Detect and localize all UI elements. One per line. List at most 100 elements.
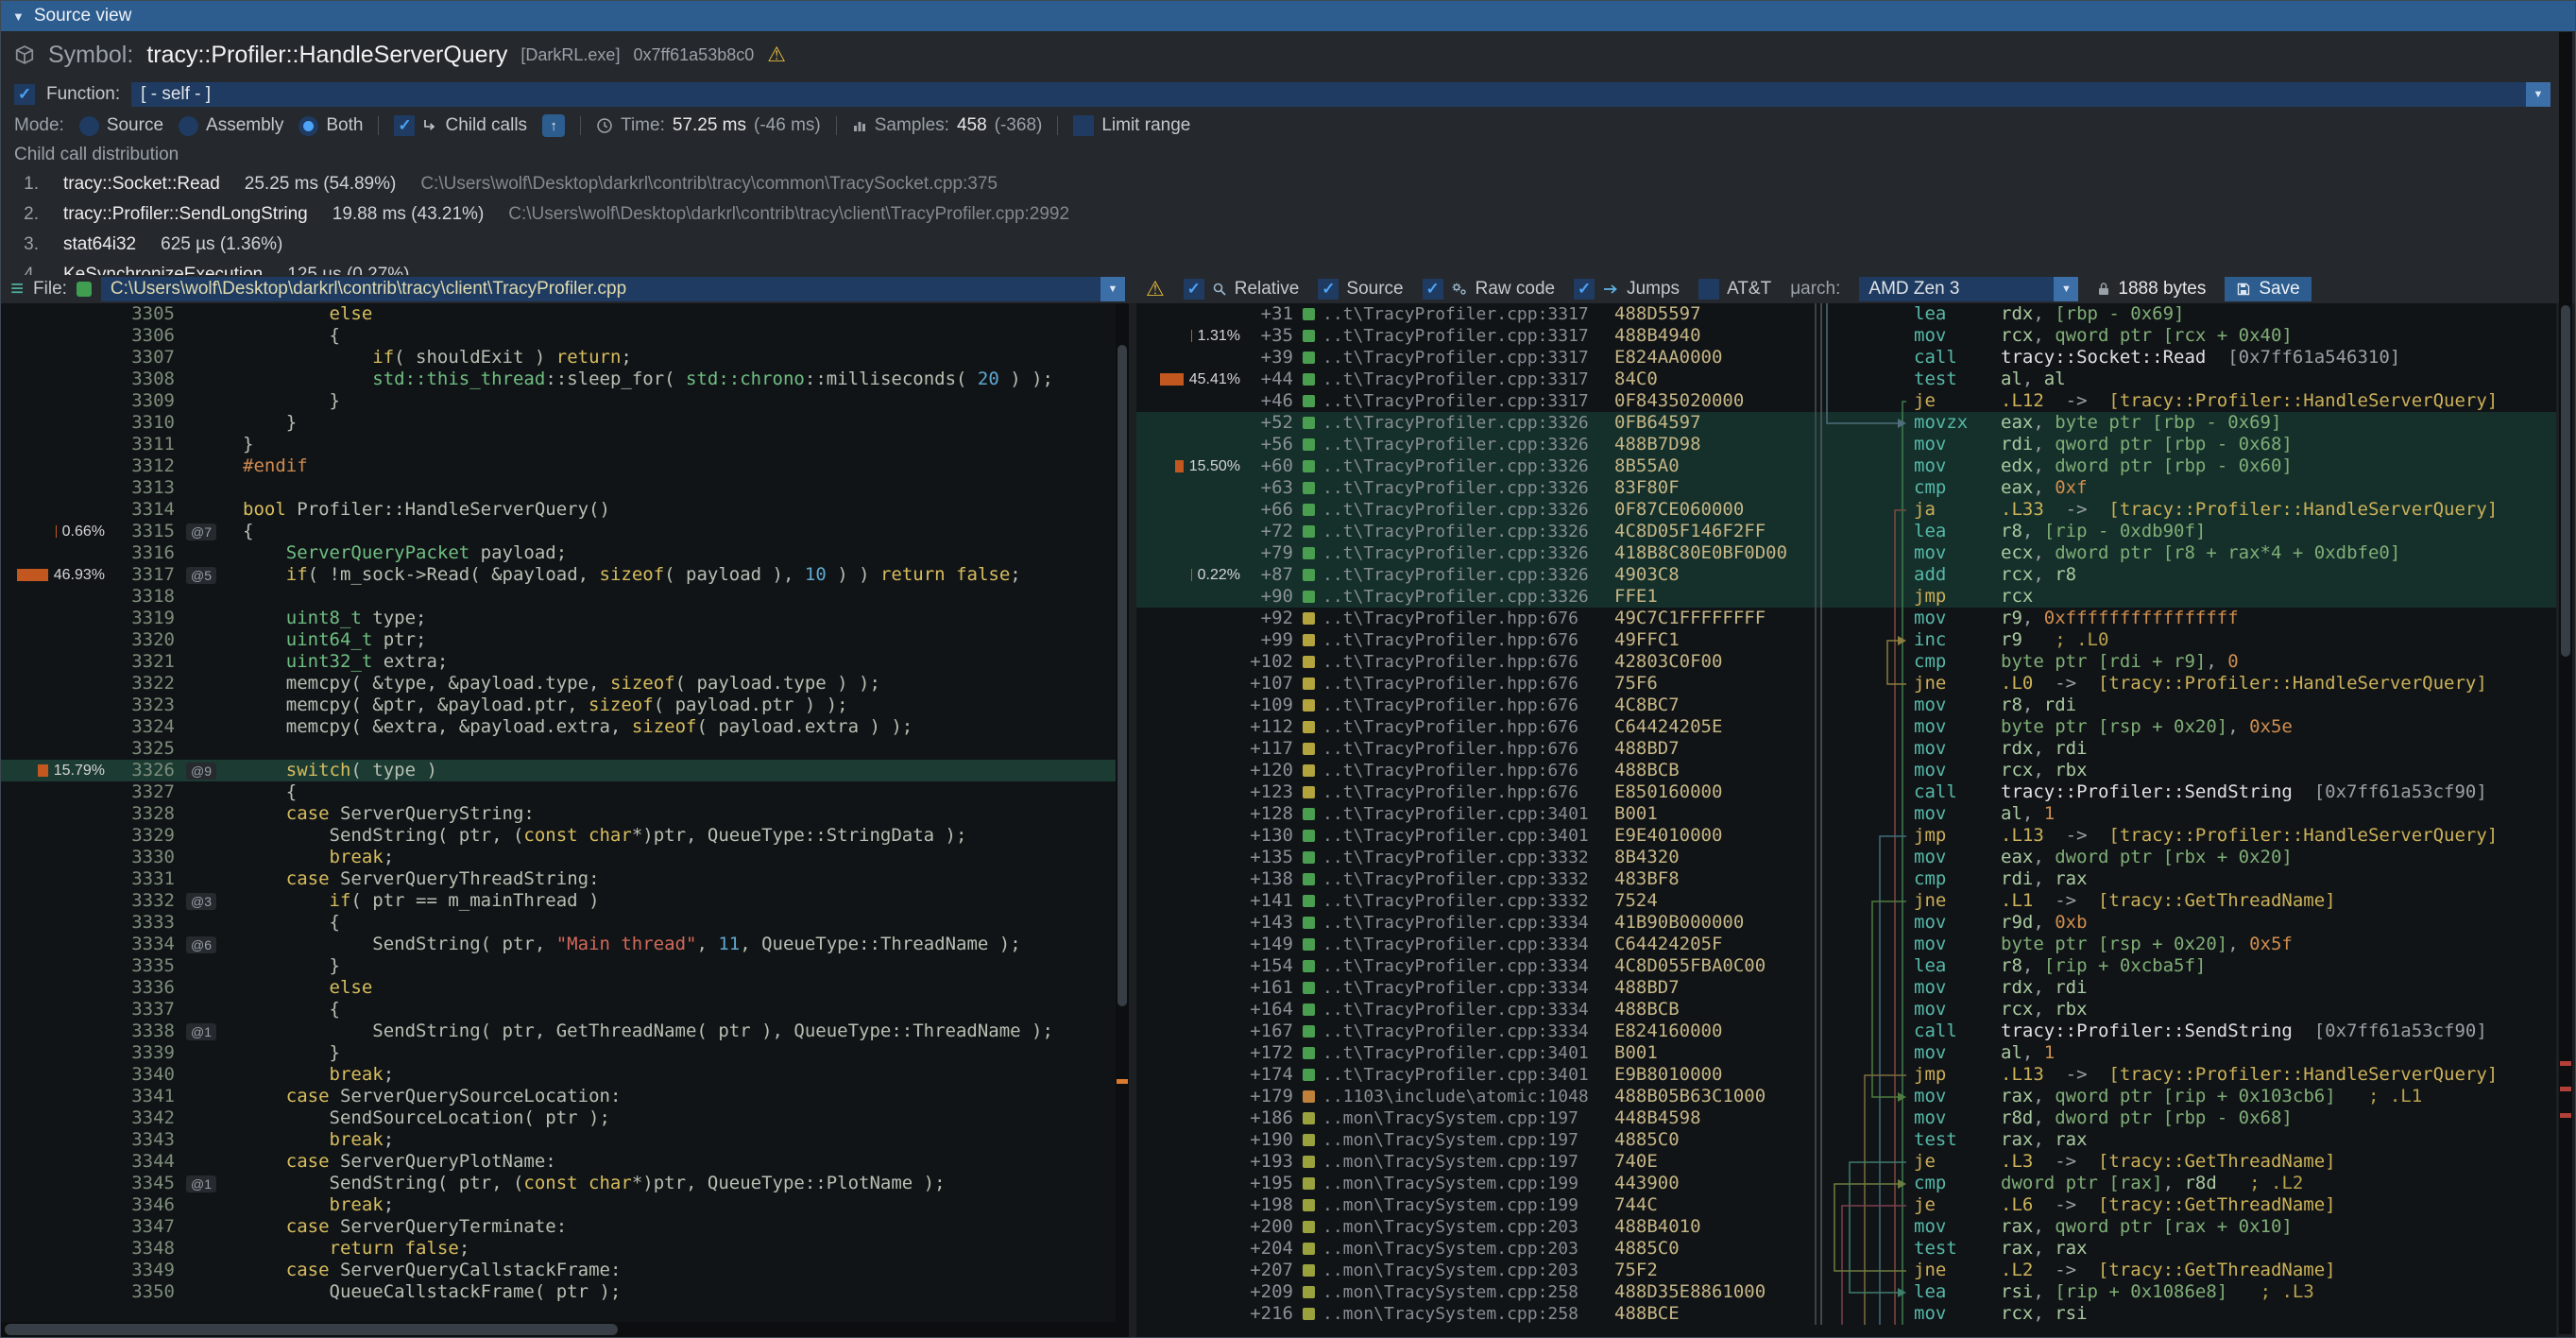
asm-row[interactable]: +186..mon\TracySystem.cpp:197448B4598mov… xyxy=(1136,1107,2556,1129)
asm-row[interactable]: +72..t\TracyProfiler.cpp:33264C8D05F146F… xyxy=(1136,521,2556,542)
source-line[interactable]: 3312#endif xyxy=(1,455,1116,477)
asm-row[interactable]: +102..t\TracyProfiler.hpp:67642803C0F00c… xyxy=(1136,651,2556,673)
asm-row[interactable]: +161..t\TracyProfiler.cpp:3334488BD7movr… xyxy=(1136,977,2556,999)
asm-row[interactable]: +195..mon\TracySystem.cpp:199443900cmpdw… xyxy=(1136,1173,2556,1194)
source-line[interactable]: 3344 case ServerQueryPlotName: xyxy=(1,1151,1116,1173)
source-line[interactable]: 3323 memcpy( &ptr, &payload.ptr, sizeof(… xyxy=(1,695,1116,716)
source-line[interactable]: 3342 SendSourceLocation( ptr ); xyxy=(1,1107,1116,1129)
file-combo[interactable]: C:\Users\wolf\Desktop\darkrl\contrib\tra… xyxy=(101,277,1125,301)
asm-row[interactable]: +90..t\TracyProfiler.cpp:3326FFE1jmprcx xyxy=(1136,586,2556,608)
source-horizontal-scrollbar[interactable] xyxy=(1,1322,1116,1337)
asm-row[interactable]: 1.31%+35..t\TracyProfiler.cpp:3317488B49… xyxy=(1136,325,2556,347)
source-line[interactable]: 3314bool Profiler::HandleServerQuery() xyxy=(1,499,1116,521)
source-line[interactable]: 3328 case ServerQueryString: xyxy=(1,803,1116,825)
asm-row[interactable]: 15.50%+60..t\TracyProfiler.cpp:33268B55A… xyxy=(1136,455,2556,477)
child-call-row[interactable]: 1.tracy::Socket::Read25.25 ms (54.89%)C:… xyxy=(14,169,2562,199)
source-line[interactable]: 3339 } xyxy=(1,1042,1116,1064)
asm-row[interactable]: +52..t\TracyProfiler.cpp:33260FB64597mov… xyxy=(1136,412,2556,434)
mode-radio-assembly[interactable]: Assembly xyxy=(179,115,283,136)
source-line[interactable]: 3305 else xyxy=(1,303,1116,325)
asm-row[interactable]: +117..t\TracyProfiler.hpp:676488BD7movrd… xyxy=(1136,738,2556,760)
menu-icon[interactable]: ≡ xyxy=(10,278,24,300)
source-line[interactable]: 3308 std::this_thread::sleep_for( std::c… xyxy=(1,369,1116,390)
mode-radio-source[interactable]: Source xyxy=(79,115,163,136)
limit-range-checkbox[interactable]: Limit range xyxy=(1073,115,1190,136)
source-line[interactable]: 3318 xyxy=(1,586,1116,608)
source-line[interactable]: 3306 { xyxy=(1,325,1116,347)
asm-row[interactable]: +107..t\TracyProfiler.hpp:67675F6jne.L0 … xyxy=(1136,673,2556,695)
source-line[interactable]: 3327 { xyxy=(1,781,1116,803)
asm-row[interactable]: +193..mon\TracySystem.cpp:197740Eje.L3 -… xyxy=(1136,1151,2556,1173)
source-line[interactable]: 3309 } xyxy=(1,390,1116,412)
collapse-icon[interactable]: ▼ xyxy=(12,9,25,24)
asm-row[interactable]: +174..t\TracyProfiler.cpp:3401E9B8010000… xyxy=(1136,1064,2556,1086)
jumps-checkbox[interactable]: ✓ Jumps xyxy=(1574,279,1680,300)
asm-row[interactable]: +46..t\TracyProfiler.cpp:33170F843502000… xyxy=(1136,390,2556,412)
asm-row[interactable]: +56..t\TracyProfiler.cpp:3326488B7D98mov… xyxy=(1136,434,2556,455)
raw-code-checkbox[interactable]: ✓ Raw code xyxy=(1423,279,1556,300)
asm-row[interactable]: +200..mon\TracySystem.cpp:203488B4010mov… xyxy=(1136,1216,2556,1238)
source-line[interactable]: 3341 case ServerQuerySourceLocation: xyxy=(1,1086,1116,1107)
source-line[interactable]: 3340 break; xyxy=(1,1064,1116,1086)
source-line[interactable]: 3330 break; xyxy=(1,847,1116,868)
mode-radio-both[interactable]: Both xyxy=(299,115,363,136)
asm-row[interactable]: +66..t\TracyProfiler.cpp:33260F87CE06000… xyxy=(1136,499,2556,521)
asm-row[interactable]: +207..mon\TracySystem.cpp:20375F2jne.L2 … xyxy=(1136,1260,2556,1281)
source-line[interactable]: 3349 case ServerQueryCallstackFrame: xyxy=(1,1260,1116,1281)
source-line[interactable]: 3307 if( shouldExit ) return; xyxy=(1,347,1116,369)
att-syntax-checkbox[interactable]: AT&T xyxy=(1698,279,1771,300)
asm-row[interactable]: +141..t\TracyProfiler.cpp:33327524jne.L1… xyxy=(1136,890,2556,912)
source-line[interactable]: 3334@6 SendString( ptr, "Main thread", 1… xyxy=(1,934,1116,955)
source-line[interactable]: 3311} xyxy=(1,434,1116,455)
source-line[interactable]: 3338@1 SendString( ptr, GetThreadName( p… xyxy=(1,1021,1116,1042)
scrollbar-handle[interactable] xyxy=(1117,345,1127,1006)
asm-row[interactable]: +92..t\TracyProfiler.hpp:67649C7C1FFFFFF… xyxy=(1136,608,2556,629)
source-line[interactable]: 3336 else xyxy=(1,977,1116,999)
function-checkbox[interactable]: ✓ xyxy=(14,84,35,105)
source-vertical-scrollbar[interactable] xyxy=(1116,303,1129,1337)
asm-row[interactable]: +138..t\TracyProfiler.cpp:3332483BF8cmpr… xyxy=(1136,868,2556,890)
save-button[interactable]: Save xyxy=(2225,277,2311,301)
chevron-down-icon[interactable]: ▼ xyxy=(1100,277,1125,301)
asm-row[interactable]: +216..mon\TracySystem.cpp:258488BCEmovrc… xyxy=(1136,1303,2556,1325)
source-line[interactable]: 3332@3 if( ptr == m_mainThread ) xyxy=(1,890,1116,912)
asm-row[interactable]: +167..t\TracyProfiler.cpp:3334E824160000… xyxy=(1136,1021,2556,1042)
asm-row[interactable]: 0.22%+87..t\TracyProfiler.cpp:33264903C8… xyxy=(1136,564,2556,586)
source-line[interactable]: 0.66%3315@7{ xyxy=(1,521,1116,542)
asm-row[interactable]: +120..t\TracyProfiler.hpp:676488BCBmovrc… xyxy=(1136,760,2556,781)
asm-row[interactable]: +198..mon\TracySystem.cpp:199744Cje.L6 -… xyxy=(1136,1194,2556,1216)
source-line[interactable]: 3346 break; xyxy=(1,1194,1116,1216)
uarch-combo[interactable]: AMD Zen 3 ▼ xyxy=(1859,277,2078,301)
source-line[interactable]: 3310 } xyxy=(1,412,1116,434)
child-call-row[interactable]: 3.stat64i32625 µs (1.36%) xyxy=(14,230,2562,260)
asm-row[interactable]: 45.41%+44..t\TracyProfiler.cpp:331784C0t… xyxy=(1136,369,2556,390)
source-line[interactable]: 3329 SendString( ptr, (const char*)ptr, … xyxy=(1,825,1116,847)
child-calls-checkbox[interactable]: ✓ Child calls xyxy=(394,115,527,136)
chevron-down-icon[interactable]: ▼ xyxy=(2054,277,2078,301)
source-line[interactable]: 3331 case ServerQueryThreadString: xyxy=(1,868,1116,890)
source-line[interactable]: 3313 xyxy=(1,477,1116,499)
asm-row[interactable]: +149..t\TracyProfiler.cpp:3334C64424205F… xyxy=(1136,934,2556,955)
source-line[interactable]: 3319 uint8_t type; xyxy=(1,608,1116,629)
source-line[interactable]: 3320 uint64_t ptr; xyxy=(1,629,1116,651)
asm-row[interactable]: +109..t\TracyProfiler.hpp:6764C8BC7movr8… xyxy=(1136,695,2556,716)
asm-row[interactable]: +190..mon\TracySystem.cpp:1974885C0testr… xyxy=(1136,1129,2556,1151)
function-combo[interactable]: [ - self - ] ▼ xyxy=(131,82,2550,107)
source-line[interactable]: 15.79%3326@9 switch( type ) xyxy=(1,760,1116,781)
source-checkbox[interactable]: ✓ Source xyxy=(1318,279,1403,300)
scrollbar-handle[interactable] xyxy=(5,1324,618,1335)
asm-row[interactable]: +204..mon\TracySystem.cpp:2034885C0testr… xyxy=(1136,1238,2556,1260)
source-line[interactable]: 3337 { xyxy=(1,999,1116,1021)
source-line[interactable]: 3322 memcpy( &type, &payload.type, sizeo… xyxy=(1,673,1116,695)
window-vertical-scrollbar[interactable] xyxy=(2559,32,2572,1334)
source-line[interactable]: 3325 xyxy=(1,738,1116,760)
asm-row[interactable]: +209..mon\TracySystem.cpp:258488D35E8861… xyxy=(1136,1281,2556,1303)
asm-row[interactable]: +172..t\TracyProfiler.cpp:3401B001moval,… xyxy=(1136,1042,2556,1064)
child-call-row[interactable]: 4.KeSynchronizeExecution125 µs (0.27%) xyxy=(14,260,2562,275)
source-line[interactable]: 3321 uint32_t extra; xyxy=(1,651,1116,673)
asm-row[interactable]: +112..t\TracyProfiler.hpp:676C64424205Em… xyxy=(1136,716,2556,738)
titlebar[interactable]: ▼ Source view xyxy=(1,1,2575,31)
asm-row[interactable]: +128..t\TracyProfiler.cpp:3401B001moval,… xyxy=(1136,803,2556,825)
source-line[interactable]: 3335 } xyxy=(1,955,1116,977)
asm-row[interactable]: +143..t\TracyProfiler.cpp:333441B90B0000… xyxy=(1136,912,2556,934)
